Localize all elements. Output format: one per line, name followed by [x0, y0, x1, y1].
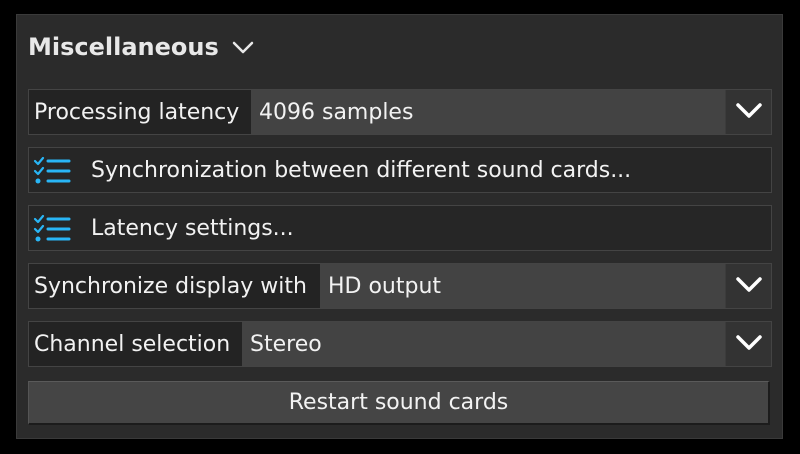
sync-sound-cards-button[interactable]: Synchronization between different sound … — [28, 147, 772, 193]
chevron-down-icon[interactable] — [231, 34, 257, 60]
sync-display-dropdown-button[interactable] — [725, 264, 771, 308]
chevron-down-icon — [734, 269, 764, 303]
sync-sound-cards-label: Synchronization between different sound … — [91, 157, 632, 183]
latency-settings-button[interactable]: Latency settings... — [28, 205, 772, 251]
latency-settings-label: Latency settings... — [91, 215, 294, 241]
channel-selection-label: Channel selection — [29, 322, 242, 366]
checklist-icon — [33, 214, 73, 244]
sync-display-label: Synchronize display with — [29, 264, 320, 308]
sync-display-value[interactable]: HD output — [320, 264, 725, 308]
channel-selection-value[interactable]: Stereo — [242, 322, 725, 366]
section-header[interactable]: Miscellaneous — [28, 29, 257, 65]
restart-sound-cards-button[interactable]: Restart sound cards — [28, 381, 770, 425]
chevron-down-icon — [734, 327, 764, 361]
sync-display-row[interactable]: Synchronize display with HD output — [28, 263, 772, 309]
checklist-icon — [33, 156, 73, 186]
processing-latency-dropdown-button[interactable] — [725, 90, 771, 134]
miscellaneous-panel: Miscellaneous Processing latency 4096 sa… — [16, 14, 783, 439]
channel-selection-dropdown-button[interactable] — [725, 322, 771, 366]
section-title: Miscellaneous — [28, 33, 219, 61]
processing-latency-value[interactable]: 4096 samples — [251, 90, 725, 134]
restart-sound-cards-label: Restart sound cards — [288, 390, 509, 415]
processing-latency-label: Processing latency — [29, 90, 251, 134]
processing-latency-row[interactable]: Processing latency 4096 samples — [28, 89, 772, 135]
chevron-down-icon — [734, 95, 764, 129]
channel-selection-row[interactable]: Channel selection Stereo — [28, 321, 772, 367]
